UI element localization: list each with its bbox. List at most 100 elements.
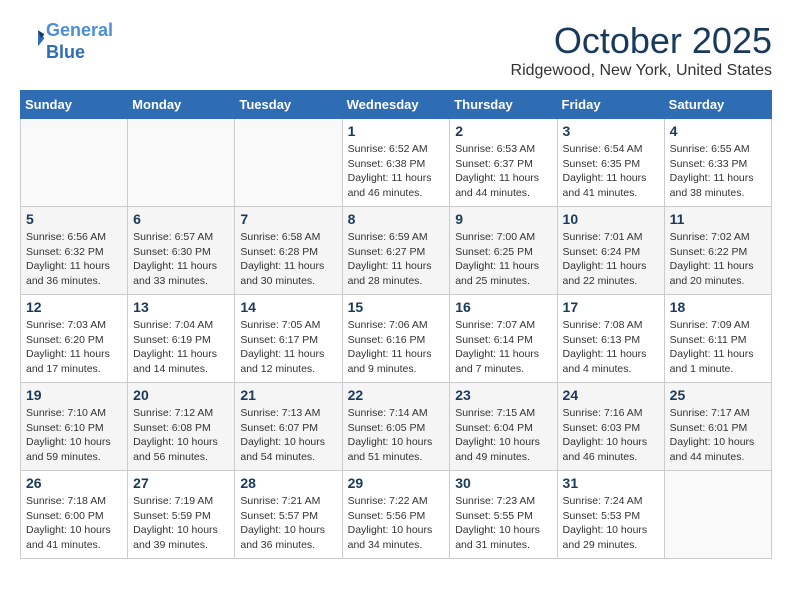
calendar-week-3: 12Sunrise: 7:03 AM Sunset: 6:20 PM Dayli… (21, 295, 772, 383)
logo-icon (22, 27, 46, 51)
calendar-cell: 18Sunrise: 7:09 AM Sunset: 6:11 PM Dayli… (664, 295, 771, 383)
day-number: 22 (348, 387, 445, 403)
weekday-header-friday: Friday (557, 91, 664, 119)
day-info: Sunrise: 7:16 AM Sunset: 6:03 PM Dayligh… (563, 406, 659, 465)
day-number: 10 (563, 211, 659, 227)
calendar-cell: 12Sunrise: 7:03 AM Sunset: 6:20 PM Dayli… (21, 295, 128, 383)
calendar-cell: 17 Sunrise: 7:08 AM Sunset: 6:13 PM Dayli… (557, 295, 664, 383)
calendar-cell: 4Sunrise: 6:55 AM Sunset: 6:33 PM Daylig… (664, 119, 771, 207)
day-number: 3 (563, 123, 659, 139)
day-info: Sunrise: 7:03 AM Sunset: 6:20 PM Dayligh… (26, 318, 122, 377)
calendar-cell: 27 Sunrise: 7:19 AM Sunset: 5:59 PM Dayli… (128, 471, 235, 559)
day-number: 23 (455, 387, 551, 403)
day-number: 24 (563, 387, 659, 403)
calendar-cell: 1Sunrise: 6:52 AM Sunset: 6:38 PM Daylig… (342, 119, 450, 207)
day-info: Sunrise: 7:15 AM Sunset: 6:04 PM Dayligh… (455, 406, 551, 465)
day-info: Sunrise: 6:56 AM Sunset: 6:32 PM Dayligh… (26, 230, 122, 289)
day-info: Sunrise: 7:19 AM Sunset: 5:59 PM Dayligh… (133, 494, 229, 553)
day-number: 19 (26, 387, 122, 403)
day-number: 17 (563, 299, 659, 315)
day-info: Sunrise: 7:07 AM Sunset: 6:14 PM Dayligh… (455, 318, 551, 377)
day-number: 21 (240, 387, 336, 403)
day-info: Sunrise: 6:57 AM Sunset: 6:30 PM Dayligh… (133, 230, 229, 289)
day-number: 27 (133, 475, 229, 491)
calendar-cell: 21 Sunrise: 7:13 AM Sunset: 6:07 PM Dayli… (235, 383, 342, 471)
day-info: Sunrise: 7:00 AM Sunset: 6:25 PM Dayligh… (455, 230, 551, 289)
calendar-cell: 25Sunrise: 7:17 AM Sunset: 6:01 PM Dayli… (664, 383, 771, 471)
calendar-cell: 8Sunrise: 6:59 AM Sunset: 6:27 PM Daylig… (342, 207, 450, 295)
calendar-cell: 9 Sunrise: 7:00 AM Sunset: 6:25 PM Daylig… (450, 207, 557, 295)
day-info: Sunrise: 7:06 AM Sunset: 6:16 PM Dayligh… (348, 318, 445, 377)
calendar-cell: 20Sunrise: 7:12 AM Sunset: 6:08 PM Dayli… (128, 383, 235, 471)
day-number: 5 (26, 211, 122, 227)
calendar-week-1: 1Sunrise: 6:52 AM Sunset: 6:38 PM Daylig… (21, 119, 772, 207)
calendar-cell: 7Sunrise: 6:58 AM Sunset: 6:28 PM Daylig… (235, 207, 342, 295)
day-info: Sunrise: 7:05 AM Sunset: 6:17 PM Dayligh… (240, 318, 336, 377)
day-info: Sunrise: 7:21 AM Sunset: 5:57 PM Dayligh… (240, 494, 336, 553)
calendar-cell: 16 Sunrise: 7:07 AM Sunset: 6:14 PM Dayli… (450, 295, 557, 383)
calendar-cell: 23 Sunrise: 7:15 AM Sunset: 6:04 PM Dayli… (450, 383, 557, 471)
calendar-cell: 30 Sunrise: 7:23 AM Sunset: 5:55 PM Dayli… (450, 471, 557, 559)
day-info: Sunrise: 6:54 AM Sunset: 6:35 PM Dayligh… (563, 142, 659, 201)
calendar-cell: 15 Sunrise: 7:06 AM Sunset: 6:16 PM Dayli… (342, 295, 450, 383)
weekday-header-saturday: Saturday (664, 91, 771, 119)
weekday-header-wednesday: Wednesday (342, 91, 450, 119)
day-info: Sunrise: 7:02 AM Sunset: 6:22 PM Dayligh… (670, 230, 766, 289)
day-number: 28 (240, 475, 336, 491)
logo-text: General Blue (46, 20, 113, 63)
day-info: Sunrise: 6:53 AM Sunset: 6:37 PM Dayligh… (455, 142, 551, 201)
calendar-cell (21, 119, 128, 207)
calendar-week-2: 5 Sunrise: 6:56 AM Sunset: 6:32 PM Daylig… (21, 207, 772, 295)
day-info: Sunrise: 7:23 AM Sunset: 5:55 PM Dayligh… (455, 494, 551, 553)
day-info: Sunrise: 7:14 AM Sunset: 6:05 PM Dayligh… (348, 406, 445, 465)
calendar-week-4: 19 Sunrise: 7:10 AM Sunset: 6:10 PM Dayli… (21, 383, 772, 471)
day-number: 11 (670, 211, 766, 227)
day-number: 25 (670, 387, 766, 403)
calendar-cell (128, 119, 235, 207)
calendar-cell (235, 119, 342, 207)
location: Ridgewood, New York, United States (511, 62, 772, 80)
day-number: 30 (455, 475, 551, 491)
title-block: October 2025 Ridgewood, New York, United… (511, 20, 772, 80)
calendar-cell: 14 Sunrise: 7:05 AM Sunset: 6:17 PM Dayli… (235, 295, 342, 383)
calendar-cell: 10 Sunrise: 7:01 AM Sunset: 6:24 PM Dayli… (557, 207, 664, 295)
calendar-cell: 19 Sunrise: 7:10 AM Sunset: 6:10 PM Dayli… (21, 383, 128, 471)
month-title: October 2025 (511, 20, 772, 62)
calendar-cell: 3 Sunrise: 6:54 AM Sunset: 6:35 PM Daylig… (557, 119, 664, 207)
day-info: Sunrise: 7:08 AM Sunset: 6:13 PM Dayligh… (563, 318, 659, 377)
weekday-header-row: SundayMondayTuesdayWednesdayThursdayFrid… (21, 91, 772, 119)
day-number: 29 (348, 475, 445, 491)
calendar-cell: 5 Sunrise: 6:56 AM Sunset: 6:32 PM Daylig… (21, 207, 128, 295)
weekday-header-sunday: Sunday (21, 91, 128, 119)
calendar-cell: 22 Sunrise: 7:14 AM Sunset: 6:05 PM Dayli… (342, 383, 450, 471)
day-info: Sunrise: 7:10 AM Sunset: 6:10 PM Dayligh… (26, 406, 122, 465)
day-info: Sunrise: 6:52 AM Sunset: 6:38 PM Dayligh… (348, 142, 445, 201)
calendar-cell: 2 Sunrise: 6:53 AM Sunset: 6:37 PM Daylig… (450, 119, 557, 207)
logo: General Blue (20, 20, 113, 63)
day-number: 14 (240, 299, 336, 315)
day-number: 9 (455, 211, 551, 227)
day-info: Sunrise: 7:04 AM Sunset: 6:19 PM Dayligh… (133, 318, 229, 377)
day-number: 18 (670, 299, 766, 315)
day-info: Sunrise: 7:13 AM Sunset: 6:07 PM Dayligh… (240, 406, 336, 465)
day-info: Sunrise: 7:22 AM Sunset: 5:56 PM Dayligh… (348, 494, 445, 553)
day-number: 6 (133, 211, 229, 227)
day-number: 31 (563, 475, 659, 491)
day-number: 13 (133, 299, 229, 315)
calendar-cell: 24 Sunrise: 7:16 AM Sunset: 6:03 PM Dayli… (557, 383, 664, 471)
day-info: Sunrise: 7:01 AM Sunset: 6:24 PM Dayligh… (563, 230, 659, 289)
day-number: 15 (348, 299, 445, 315)
weekday-header-thursday: Thursday (450, 91, 557, 119)
day-info: Sunrise: 6:59 AM Sunset: 6:27 PM Dayligh… (348, 230, 445, 289)
day-number: 2 (455, 123, 551, 139)
day-number: 7 (240, 211, 336, 227)
calendar-cell: 11 Sunrise: 7:02 AM Sunset: 6:22 PM Dayli… (664, 207, 771, 295)
day-number: 16 (455, 299, 551, 315)
calendar-cell: 31Sunrise: 7:24 AM Sunset: 5:53 PM Dayli… (557, 471, 664, 559)
weekday-header-monday: Monday (128, 91, 235, 119)
weekday-header-tuesday: Tuesday (235, 91, 342, 119)
page-header: General Blue October 2025 Ridgewood, New… (20, 20, 772, 80)
day-number: 20 (133, 387, 229, 403)
day-number: 4 (670, 123, 766, 139)
calendar-cell: 6 Sunrise: 6:57 AM Sunset: 6:30 PM Daylig… (128, 207, 235, 295)
